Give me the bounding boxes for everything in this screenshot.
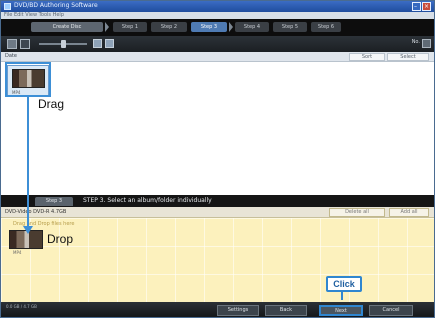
image-icon[interactable]	[105, 39, 114, 48]
toolbar-option-button[interactable]	[422, 39, 431, 48]
step-create-disc[interactable]: Create Disc	[31, 22, 103, 32]
list-view-icon[interactable]	[20, 39, 30, 49]
add-all-button[interactable]: Add all	[389, 208, 429, 217]
toolbar: No.	[1, 36, 434, 52]
tab-step-3[interactable]: Step 3	[35, 197, 73, 206]
window-title: DVD/BD Authoring Software	[14, 2, 98, 9]
settings-button[interactable]: Settings	[217, 305, 259, 316]
next-button[interactable]: Next	[319, 305, 363, 316]
click-callout: Click	[326, 276, 362, 292]
bottom-bar: 0.0 GB / 4.7 GB Settings Back Next Cance…	[1, 302, 434, 317]
library-header: Date Sort Select	[1, 52, 434, 62]
drop-annotation: Drop	[47, 232, 74, 246]
delete-all-button[interactable]: Delete all	[329, 208, 385, 217]
library-header-label: Date	[5, 53, 17, 59]
zoom-slider-handle[interactable]	[61, 40, 66, 48]
step-2[interactable]: Step 2	[151, 22, 187, 32]
step-4[interactable]: Step 4	[235, 22, 269, 32]
grid-view-icon[interactable]	[7, 39, 17, 49]
menu-items[interactable]: File Edit View Tools Help	[4, 12, 64, 18]
app-window: DVD/BD Authoring Software – × File Edit …	[0, 0, 435, 318]
minimize-button[interactable]: –	[412, 2, 421, 11]
minimize-icon: –	[414, 3, 417, 10]
library-video-item[interactable]: MP4	[7, 65, 49, 97]
capacity-info: 0.0 GB / 4.7 GB	[6, 304, 37, 309]
drag-annotation: Drag	[38, 97, 65, 111]
disc-header: DVD-Video DVD-R 4.7GB Delete all Add all	[1, 207, 434, 218]
cancel-button[interactable]: Cancel	[369, 305, 413, 316]
step-chevron-icon	[229, 22, 233, 32]
disc-header-label: DVD-Video DVD-R 4.7GB	[5, 209, 67, 215]
step-1[interactable]: Step 1	[113, 22, 147, 32]
click-callout-pointer	[341, 292, 343, 300]
folder-icon[interactable]	[93, 39, 102, 48]
video-thumbnail	[12, 69, 45, 88]
step-chevron-icon	[105, 22, 109, 32]
toolbar-right-label: No.	[411, 39, 420, 45]
menu-bar[interactable]: File Edit View Tools Help	[1, 12, 434, 19]
video-thumbnail	[9, 230, 43, 249]
close-icon: ×	[424, 3, 430, 10]
close-button[interactable]: ×	[422, 2, 431, 11]
step-5[interactable]: Step 5	[273, 22, 307, 32]
back-button[interactable]: Back	[265, 305, 307, 316]
dropped-video-item[interactable]: MP4	[9, 230, 45, 256]
disc-drop-area[interactable]: Drag and Drop files here MP4 Drop	[1, 218, 434, 302]
drop-hint: Drag and Drop files here	[13, 221, 75, 227]
video-caption: MP4	[12, 90, 21, 95]
app-icon	[4, 3, 11, 10]
sort-button[interactable]: Sort	[349, 53, 385, 61]
title-bar: DVD/BD Authoring Software – ×	[1, 1, 434, 12]
instruction-bar: Step 3 STEP 3. Select an album/folder in…	[1, 195, 434, 207]
step-6[interactable]: Step 6	[311, 22, 341, 32]
step-3[interactable]: Step 3	[191, 22, 227, 32]
select-button[interactable]: Select	[387, 53, 429, 61]
library-area: MP4 Drag	[1, 62, 434, 195]
step-bar: Create Disc Step 1 Step 2 Step 3 Step 4 …	[1, 19, 434, 36]
video-caption: MP4	[13, 250, 22, 255]
instruction-message: STEP 3. Select an album/folder individua…	[83, 197, 212, 204]
